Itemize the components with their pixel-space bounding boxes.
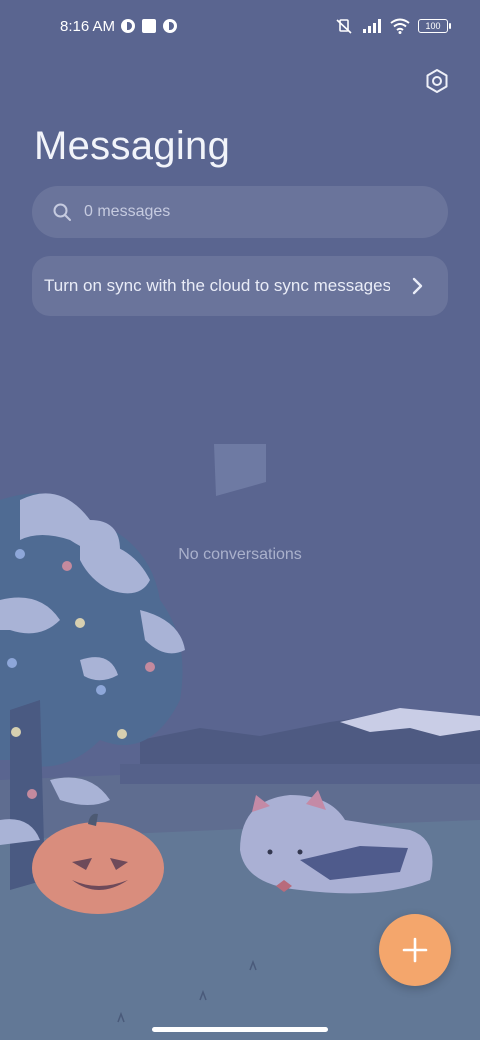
- sync-banner-text: Turn on sync with the cloud to sync mess…: [44, 276, 390, 295]
- battery-icon: 100: [418, 19, 451, 33]
- settings-button[interactable]: [420, 64, 454, 98]
- chat-bubble-icon: [214, 444, 266, 496]
- search-placeholder: 0 messages: [84, 203, 171, 220]
- plus-icon: [402, 937, 428, 963]
- data-saver-icon: [121, 19, 135, 33]
- search-input[interactable]: 0 messages: [32, 186, 448, 238]
- page-title: Messaging: [34, 124, 231, 168]
- settings-hexagon-icon: [426, 69, 448, 93]
- empty-state-text: No conversations: [178, 546, 302, 563]
- wifi-icon: [390, 18, 410, 34]
- sync-banner[interactable]: Turn on sync with the cloud to sync mess…: [32, 256, 448, 316]
- status-system-icons: 100: [334, 17, 451, 35]
- home-indicator[interactable]: [152, 1027, 328, 1032]
- signal-icon: [363, 19, 381, 33]
- new-message-button[interactable]: [379, 914, 451, 986]
- search-icon: [53, 203, 71, 221]
- status-notification-icons: [121, 19, 177, 33]
- mute-icon: [336, 19, 352, 34]
- status-bar: 8:16 AM 100: [0, 0, 480, 56]
- status-time: 8:16 AM: [60, 18, 116, 35]
- square-notification-icon: [142, 19, 156, 33]
- chevron-right-icon: [412, 277, 423, 295]
- data-saver-icon: [163, 19, 177, 33]
